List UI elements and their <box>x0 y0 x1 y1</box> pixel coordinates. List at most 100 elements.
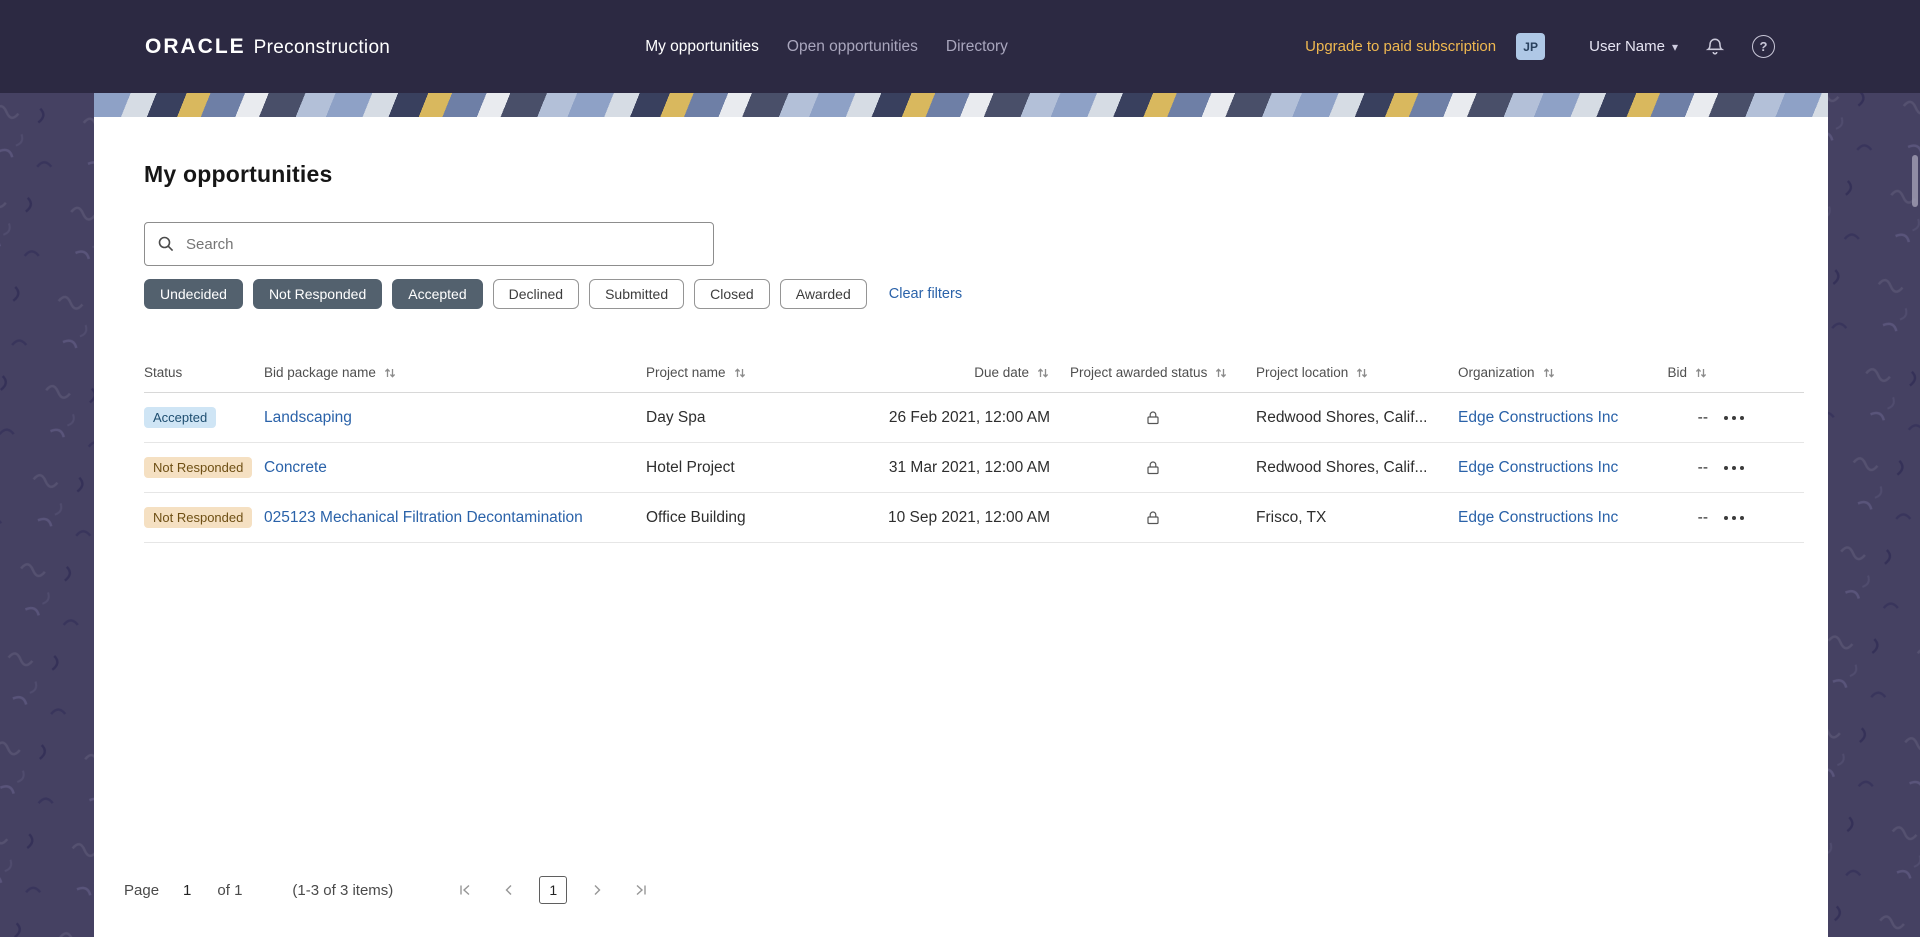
notifications-button[interactable] <box>1704 36 1726 58</box>
due-date: 26 Feb 2021, 12:00 AM <box>888 408 1050 426</box>
oracle-logo: ORACLE <box>145 34 246 58</box>
due-date: 31 Mar 2021, 12:00 AM <box>888 458 1050 476</box>
column-label: Project name <box>646 365 726 380</box>
column-header-due-date[interactable]: Due date <box>879 365 1050 380</box>
bid-value: -- <box>1697 408 1708 426</box>
product-name: Preconstruction <box>253 36 391 58</box>
filter-chip-undecided[interactable]: Undecided <box>144 279 243 309</box>
previous-page-button[interactable] <box>495 876 523 904</box>
filter-chip-declined[interactable]: Declined <box>492 279 580 309</box>
help-glyph: ? <box>1759 39 1768 54</box>
bid-package-link[interactable]: Concrete <box>264 459 327 476</box>
column-label: Organization <box>1458 365 1535 380</box>
user-name-label: User Name <box>1589 38 1665 55</box>
table-row: Not Responded 025123 Mechanical Filtrati… <box>144 493 1804 543</box>
column-label: Project location <box>1256 365 1349 380</box>
first-page-button[interactable] <box>451 876 479 904</box>
table-header-row: Status Bid package name Project name Due… <box>144 353 1804 393</box>
current-page-button[interactable]: 1 <box>539 876 568 904</box>
sort-icon <box>1357 367 1368 378</box>
column-header-bid-package-name[interactable]: Bid package name <box>264 365 646 380</box>
filter-chip-closed[interactable]: Closed <box>694 279 770 309</box>
column-label: Status <box>144 365 183 380</box>
next-page-button[interactable] <box>583 876 611 904</box>
help-icon: ? <box>1752 35 1775 58</box>
ellipsis-icon <box>1724 465 1744 470</box>
status-badge: Not Responded <box>144 457 253 478</box>
row-actions-button[interactable] <box>1719 409 1749 427</box>
sort-icon <box>384 367 395 378</box>
filter-chip-accepted[interactable]: Accepted <box>392 279 483 309</box>
table-row: Accepted Landscaping Day Spa 26 Feb 2021… <box>144 393 1804 443</box>
column-label: Bid package name <box>264 365 376 380</box>
column-header-organization[interactable]: Organization <box>1458 365 1648 380</box>
column-header-project-location[interactable]: Project location <box>1256 365 1458 380</box>
sort-icon <box>1543 367 1554 378</box>
column-header-project-name[interactable]: Project name <box>646 365 879 380</box>
organization-link[interactable]: Edge Constructions Inc <box>1458 409 1618 426</box>
sort-icon <box>1695 367 1707 378</box>
bell-icon <box>1705 38 1725 55</box>
project-location: Redwood Shores, Calif... <box>1256 458 1428 476</box>
nav-my-opportunities[interactable]: My opportunities <box>645 38 759 56</box>
status-badge: Accepted <box>144 407 217 428</box>
due-date: 10 Sep 2021, 12:00 AM <box>887 508 1050 526</box>
project-location: Frisco, TX <box>1256 508 1327 526</box>
last-page-icon <box>636 884 646 896</box>
sort-icon <box>1216 367 1227 378</box>
pagination-nav: 1 <box>451 876 655 904</box>
project-name: Office Building <box>646 508 746 526</box>
ellipsis-icon <box>1724 515 1744 520</box>
page-label: Page <box>124 881 160 899</box>
row-actions-button[interactable] <box>1719 459 1749 477</box>
hero-banner <box>94 93 1828 117</box>
sort-icon <box>734 367 745 378</box>
next-page-icon <box>594 885 601 895</box>
filter-chips: Undecided Not Responded Accepted Decline… <box>144 279 1804 309</box>
header-right: Upgrade to paid subscription JP User Nam… <box>1305 33 1775 60</box>
avatar[interactable]: JP <box>1516 33 1546 60</box>
project-location: Redwood Shores, Calif... <box>1256 408 1428 426</box>
page-title: My opportunities <box>144 161 333 187</box>
filter-chip-awarded[interactable]: Awarded <box>779 279 867 309</box>
organization-link[interactable]: Edge Constructions Inc <box>1458 459 1618 476</box>
upgrade-subscription-link[interactable]: Upgrade to paid subscription <box>1305 38 1496 55</box>
app-header: ORACLE Preconstruction My opportunities … <box>0 0 1920 93</box>
pagination: Page 1 of 1 (1-3 of 3 items) 1 <box>124 875 1804 905</box>
bid-value: -- <box>1697 458 1708 476</box>
nav-directory[interactable]: Directory <box>946 38 1008 56</box>
bid-package-link[interactable]: 025123 Mechanical Filtration Decontamina… <box>264 509 583 526</box>
top-nav: My opportunities Open opportunities Dire… <box>645 38 1008 56</box>
filter-chip-not-responded[interactable]: Not Responded <box>252 279 383 309</box>
search-input[interactable] <box>184 234 701 254</box>
clear-filters-link[interactable]: Clear filters <box>889 286 962 302</box>
page-number-field[interactable]: 1 <box>183 882 191 899</box>
search-icon <box>158 236 174 252</box>
bid-package-link[interactable]: Landscaping <box>264 409 352 426</box>
organization-link[interactable]: Edge Constructions Inc <box>1458 509 1618 526</box>
status-badge: Not Responded <box>144 507 253 528</box>
items-count-label: (1-3 of 3 items) <box>292 881 394 899</box>
nav-open-opportunities[interactable]: Open opportunities <box>787 38 918 56</box>
main-content: My opportunities Undecided Not Responded… <box>94 117 1828 937</box>
column-header-project-awarded-status[interactable]: Project awarded status <box>1050 365 1256 380</box>
project-name: Day Spa <box>646 408 706 426</box>
bid-value: -- <box>1697 508 1708 526</box>
filter-chip-submitted[interactable]: Submitted <box>589 279 685 309</box>
sort-icon <box>1037 367 1049 378</box>
page-of-label: of 1 <box>217 881 243 899</box>
scrollbar-thumb[interactable] <box>1912 155 1918 207</box>
ellipsis-icon <box>1724 415 1744 420</box>
opportunities-table: Status Bid package name Project name Due… <box>144 353 1804 543</box>
row-actions-button[interactable] <box>1719 509 1749 527</box>
help-button[interactable]: ? <box>1752 35 1775 58</box>
brand-logo: ORACLE Preconstruction <box>145 35 390 59</box>
lock-icon <box>1147 510 1159 524</box>
column-header-bid[interactable]: Bid <box>1648 365 1708 380</box>
search-box <box>144 222 714 266</box>
lock-icon <box>1147 410 1159 424</box>
previous-page-icon <box>505 885 512 895</box>
last-page-button[interactable] <box>627 876 655 904</box>
user-menu[interactable]: User Name ▾ <box>1589 38 1678 55</box>
column-label: Due date <box>974 365 1029 380</box>
